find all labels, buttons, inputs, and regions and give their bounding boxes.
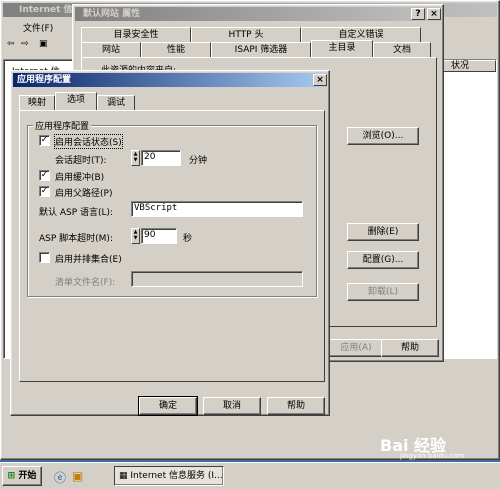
session-state-label[interactable]: 启用会话状态(S): [54, 134, 123, 149]
tab-debugging[interactable]: 调试: [97, 95, 135, 110]
quick-launch-explorer-icon[interactable]: ▣: [72, 469, 83, 483]
tab-mappings[interactable]: 映射: [19, 95, 55, 110]
start-button[interactable]: ⊞ 开始: [2, 466, 42, 486]
app-config-title: 应用程序配置: [17, 75, 72, 85]
tab-performance[interactable]: 性能: [141, 42, 211, 57]
app-config-dialog: 应用程序配置 × 映射 选项 调试 应用程序配置 ✓ 启用会话状态(S) 会话超…: [10, 70, 330, 416]
properties-help-bottom-button[interactable]: 帮助: [381, 339, 439, 357]
properties-title-bar: 默认网站 属性: [75, 7, 441, 21]
asp-timeout-value: 90: [144, 230, 156, 240]
parent-paths-checkbox[interactable]: ✓: [39, 186, 50, 197]
buffering-checkbox[interactable]: ✓: [39, 170, 50, 181]
manifest-field[interactable]: [131, 271, 303, 287]
tab-home-directory[interactable]: 主目录: [311, 40, 373, 57]
taskbar: ⊞ 开始 ⓔ ▣ ▦ Internet 信息服务 (I...: [0, 462, 500, 489]
asp-timeout-field[interactable]: 90: [141, 228, 177, 244]
app-config-title-bar: 应用程序配置: [13, 73, 327, 87]
tab-options[interactable]: 选项: [55, 92, 97, 110]
configure-button[interactable]: 配置(G)...: [347, 251, 419, 269]
session-state-checkbox[interactable]: ✓: [39, 135, 50, 146]
app-config-close-button[interactable]: ×: [313, 74, 327, 86]
forward-icon[interactable]: ⇨: [21, 39, 29, 49]
buffering-label[interactable]: 启用缓冲(B): [55, 170, 104, 183]
tab-http-headers[interactable]: HTTP 头: [191, 27, 301, 42]
side-by-side-label[interactable]: 启用并排集合(E): [55, 252, 122, 265]
session-timeout-spinner[interactable]: ▲ ▼: [131, 150, 140, 166]
taskbar-iis-button[interactable]: ▦ Internet 信息服务 (I...: [114, 466, 224, 486]
tab-directory-security[interactable]: 目录安全性: [81, 27, 191, 42]
asp-language-value: VBScript: [134, 203, 178, 213]
tab-documents[interactable]: 文档: [373, 42, 431, 57]
iis-task-icon: ▦: [119, 471, 128, 481]
session-timeout-unit: 分钟: [189, 156, 208, 166]
baidu-watermark-url: jingyan.baidu.com: [400, 452, 465, 460]
parent-paths-label[interactable]: 启用父路径(P): [55, 186, 112, 199]
asp-timeout-label: ASP 脚本超时(M):: [39, 234, 113, 244]
asp-timeout-spinner[interactable]: ▲ ▼: [131, 228, 140, 244]
asp-language-label: 默认 ASP 语言(L):: [39, 208, 114, 218]
cancel-button[interactable]: 取消: [203, 397, 261, 415]
help-button[interactable]: 帮助: [267, 397, 325, 415]
tab-isapi-filters[interactable]: ISAPI 筛选器: [211, 42, 311, 57]
session-timeout-label: 会话超时(T):: [55, 156, 107, 166]
browse-button[interactable]: 浏览(O)...: [347, 127, 419, 145]
toolbar: ⇦ ⇨ ▣: [3, 37, 83, 55]
session-timeout-value: 20: [144, 152, 156, 162]
status-column-label: 状况: [451, 61, 470, 71]
app-config-group-label: 应用程序配置: [33, 119, 92, 132]
session-timeout-field[interactable]: 20: [141, 150, 181, 166]
apply-button[interactable]: 应用(A): [327, 339, 385, 357]
properties-close-button[interactable]: ×: [427, 8, 441, 20]
asp-timeout-unit: 秒: [183, 234, 193, 244]
iis-title: Internet 信: [19, 5, 73, 15]
status-column-header[interactable]: 状况: [442, 60, 496, 72]
properties-title: 默认网站 属性: [83, 9, 141, 19]
manifest-label: 清单文件名(F):: [55, 278, 116, 288]
side-by-side-checkbox[interactable]: [39, 252, 50, 263]
asp-language-field[interactable]: VBScript: [131, 201, 303, 217]
folder-icon[interactable]: ▣: [39, 39, 48, 49]
quick-launch-ie-icon[interactable]: ⓔ: [54, 469, 66, 486]
delete-button[interactable]: 删除(E): [347, 223, 419, 241]
list-pane[interactable]: 状况: [441, 59, 497, 359]
tab-website[interactable]: 网站: [81, 42, 141, 57]
ok-button[interactable]: 确定: [138, 396, 198, 416]
start-label: 开始: [18, 471, 37, 481]
taskbar-iis-label: Internet 信息服务 (I...: [130, 471, 223, 481]
properties-help-button[interactable]: ?: [411, 8, 425, 20]
menu-file[interactable]: 文件(F): [23, 21, 53, 34]
unload-button[interactable]: 卸载(L): [347, 283, 419, 301]
windows-logo-icon: ⊞: [7, 471, 16, 481]
back-icon[interactable]: ⇦: [7, 39, 15, 49]
